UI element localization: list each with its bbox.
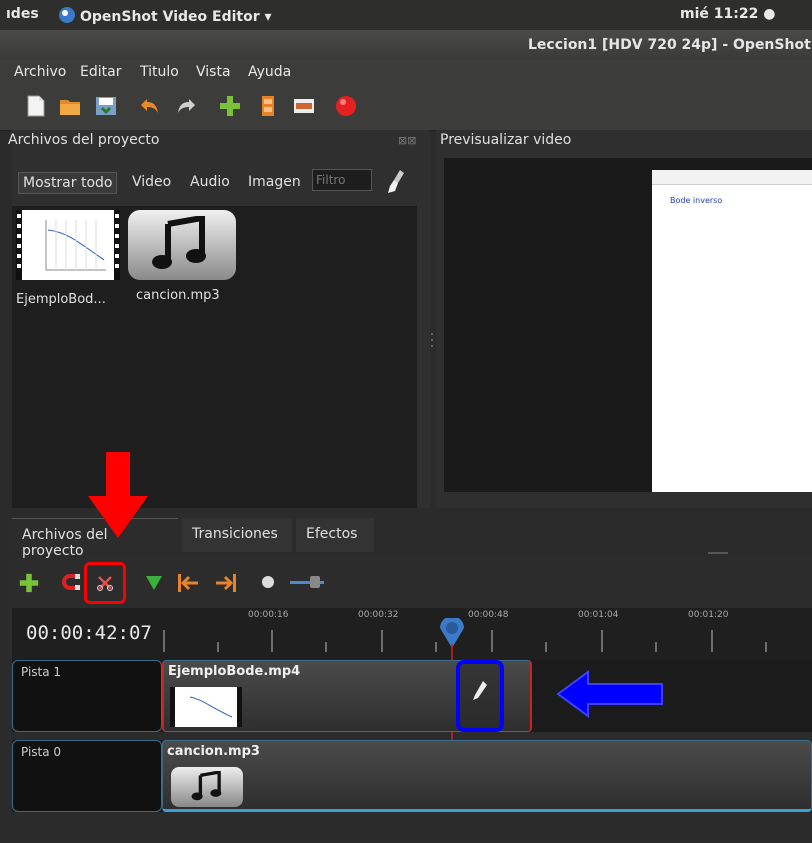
track-name: Pista 1 (21, 665, 62, 679)
panel-float-close-icon[interactable]: ⊠⊠ (398, 134, 416, 147)
ruler-label: 00:00:32 (358, 610, 399, 620)
main-toolbar (0, 86, 812, 131)
clip-audio-thumbnail (171, 767, 243, 807)
add-marker-icon[interactable] (146, 576, 162, 590)
previous-marker-icon[interactable] (176, 572, 200, 594)
app-name: OpenShot Video Editor ▾ (80, 9, 272, 25)
project-files-title: Archivos del proyecto (8, 132, 160, 148)
filter-image[interactable]: Imagen (244, 172, 305, 192)
menu-editar[interactable]: Editar (80, 64, 121, 80)
film-strip-icon[interactable] (256, 94, 280, 118)
menu-archivo[interactable]: Archivo (14, 64, 66, 80)
clip-cancion[interactable]: cancion.mp3 (162, 740, 812, 812)
undo-icon[interactable] (138, 94, 162, 118)
next-marker-icon[interactable] (214, 572, 238, 594)
export-video-icon[interactable] (292, 94, 316, 118)
preview-browser-bar (652, 170, 812, 185)
filter-input[interactable] (312, 169, 372, 191)
status-area (12, 812, 812, 843)
bottom-tabs: Archivos del proyecto Transiciones Efect… (12, 518, 412, 559)
dock-handle[interactable] (708, 552, 728, 554)
add-file-icon[interactable] (218, 94, 242, 118)
music-note-icon (152, 216, 206, 269)
zoom-icon (262, 576, 274, 588)
razor-cut-icon[interactable] (96, 574, 114, 592)
track-header[interactable]: Pista 0 (12, 740, 162, 812)
timeline-ruler[interactable]: 00:00:42:07 00:00:16 00:00:32 00:00:48 0… (12, 608, 812, 660)
video-thumbnail-icon (16, 210, 120, 280)
blue-left-arrow-annotation (556, 670, 663, 718)
new-project-icon[interactable] (24, 94, 48, 118)
track-pista-1: Pista 1 EjemploBode.mp4 (12, 660, 812, 732)
zoom-slider-handle[interactable] (310, 576, 320, 588)
current-timecode: 00:00:42:07 (26, 622, 152, 644)
timeline-toolbar (12, 558, 812, 608)
window-title-bar: Leccion1 [HDV 720 24p] - OpenShot V (0, 30, 812, 60)
file-name: cancion.mp3 (136, 288, 220, 303)
save-project-icon[interactable] (94, 94, 118, 118)
menu-vista[interactable]: Vista (196, 64, 231, 80)
menu-titulo[interactable]: Titulo (140, 64, 179, 80)
clip-thumbnail-icon (170, 687, 242, 727)
menu-ayuda[interactable]: Ayuda (248, 64, 291, 80)
menu-bar: Archivo Editar Titulo Vista Ayuda (0, 60, 812, 86)
track-header[interactable]: Pista 1 (12, 660, 162, 732)
snap-magnet-icon[interactable] (62, 574, 82, 592)
filter-audio[interactable]: Audio (186, 172, 234, 192)
ruler-label: 00:01:20 (688, 610, 729, 620)
track-pista-0: Pista 0 cancion.mp3 (12, 740, 812, 812)
file-item-cancion[interactable]: cancion.mp3 (128, 210, 236, 310)
preview-frame-content: Bode inverso (652, 170, 812, 492)
openshot-logo-icon (59, 7, 75, 23)
preview-title: Previsualizar video (440, 132, 572, 148)
filter-show-all[interactable]: Mostrar todo (18, 172, 118, 194)
redo-icon[interactable] (174, 94, 198, 118)
clip-title: EjemploBode.mp4 (168, 664, 301, 679)
ruler-label: 00:01:04 (578, 610, 619, 620)
preview-page-link: Bode inverso (670, 196, 723, 205)
tab-transitions[interactable]: Transiciones (182, 518, 292, 552)
app-menu[interactable]: OpenShot Video Editor ▾ (58, 6, 272, 25)
open-project-icon[interactable] (58, 94, 82, 118)
ruler-label: 00:00:16 (248, 610, 289, 620)
clock[interactable]: mié 11:22 ● (680, 6, 775, 22)
file-name: EjemploBod... (16, 292, 106, 307)
red-down-arrow-annotation (88, 452, 148, 538)
system-top-bar: ıdes OpenShot Video Editor ▾ mié 11:22 ● (0, 0, 812, 30)
keyframe-pen-icon[interactable] (472, 680, 488, 702)
ruler-ticks (163, 630, 767, 652)
activities-label[interactable]: ıdes (6, 6, 39, 22)
project-files-list: EjemploBod... cancion.mp3 (12, 206, 417, 508)
audio-thumbnail (128, 210, 236, 280)
clear-filter-brush-icon[interactable] (384, 168, 408, 194)
project-files-filters: Mostrar todo Video Audio Imagen (12, 166, 417, 196)
add-track-icon[interactable] (18, 572, 40, 594)
filter-video[interactable]: Video (128, 172, 175, 192)
file-item-ejemplobode[interactable]: EjemploBod... (16, 210, 120, 310)
window-title: Leccion1 [HDV 720 24p] - OpenShot V (528, 37, 812, 53)
music-note-icon (191, 771, 222, 801)
panel-splitter-handle[interactable] (430, 330, 434, 352)
track-name: Pista 0 (21, 745, 62, 759)
record-icon[interactable] (334, 94, 358, 118)
tab-effects[interactable]: Efectos (296, 518, 374, 552)
clip-title: cancion.mp3 (167, 744, 260, 759)
